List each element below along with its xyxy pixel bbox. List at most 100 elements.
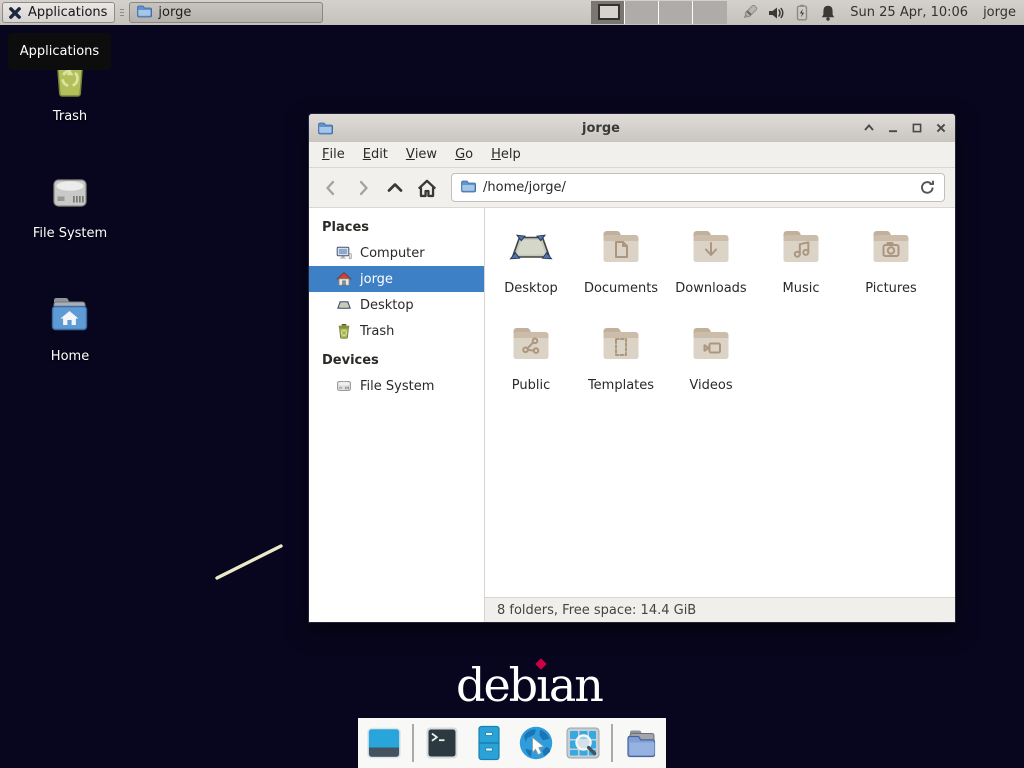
sidebar-item-label: Computer bbox=[360, 246, 425, 261]
dock-file-cabinet-icon[interactable] bbox=[470, 724, 508, 762]
workspace-1[interactable] bbox=[591, 1, 625, 24]
folder-icon bbox=[687, 222, 735, 274]
taskbar-window-label: jorge bbox=[158, 5, 191, 20]
folder-item-label: Templates bbox=[588, 378, 654, 393]
home-icon bbox=[336, 271, 352, 287]
folder-item-desktop[interactable]: Desktop bbox=[486, 222, 576, 319]
window-title: jorge bbox=[339, 121, 863, 136]
file-manager-window: jorge FileEditViewGoHelp /home/jorge/ Pl… bbox=[308, 113, 956, 623]
trash-icon bbox=[336, 323, 352, 339]
sidebar: Places Computer jorge Desktop Trash Devices Fi… bbox=[309, 208, 485, 622]
pen-icon[interactable] bbox=[740, 3, 759, 22]
workspace-3[interactable] bbox=[659, 1, 693, 24]
dock-separator bbox=[412, 724, 414, 762]
folder-item-downloads[interactable]: Downloads bbox=[666, 222, 756, 319]
sidebar-item-computer[interactable]: Computer bbox=[309, 240, 484, 266]
menu-go[interactable]: Go bbox=[446, 142, 482, 167]
home-button[interactable] bbox=[413, 174, 441, 202]
sidebar-item-jorge[interactable]: jorge bbox=[309, 266, 484, 292]
forward-button[interactable] bbox=[349, 174, 377, 202]
folder-grid: Desktop Documents Downloads Music Pictures Pu… bbox=[485, 208, 955, 597]
top-panel: Applications jorge Sun 25 Apr, 10:06 jor… bbox=[0, 0, 1024, 25]
minimize-button[interactable] bbox=[887, 122, 899, 134]
sidebar-item-file-system[interactable]: File System bbox=[309, 373, 484, 399]
applications-menu-button[interactable]: Applications bbox=[2, 2, 115, 23]
folder-item-label: Videos bbox=[689, 378, 732, 393]
dock-separator bbox=[611, 724, 613, 762]
desktop-icon bbox=[336, 297, 352, 313]
folder-item-label: Music bbox=[783, 281, 820, 296]
dock-app-finder-icon[interactable] bbox=[564, 724, 602, 762]
back-button[interactable] bbox=[317, 174, 345, 202]
volume-icon[interactable] bbox=[767, 4, 785, 22]
location-bar[interactable]: /home/jorge/ bbox=[451, 173, 945, 202]
dock-terminal-icon[interactable] bbox=[423, 724, 461, 762]
dock-folders-icon[interactable] bbox=[622, 724, 660, 762]
sidebar-item-label: Trash bbox=[360, 324, 394, 339]
panel-clock[interactable]: Sun 25 Apr, 10:06 bbox=[850, 5, 968, 20]
workspace-window-thumb bbox=[598, 4, 620, 20]
applications-menu-label: Applications bbox=[28, 5, 107, 20]
sidebar-item-trash[interactable]: Trash bbox=[309, 318, 484, 344]
sidebar-item-label: jorge bbox=[360, 272, 393, 287]
folder-icon bbox=[687, 319, 735, 371]
desktop: Applications jorge Sun 25 Apr, 10:06 jor… bbox=[0, 0, 1024, 768]
sidebar-item-label: File System bbox=[360, 379, 434, 394]
computer-icon bbox=[336, 245, 352, 261]
home-folder-icon bbox=[46, 291, 94, 343]
sidebar-header: Devices bbox=[309, 344, 484, 373]
menu-bar: FileEditViewGoHelp bbox=[309, 142, 955, 168]
sidebar-item-desktop[interactable]: Desktop bbox=[309, 292, 484, 318]
menu-edit[interactable]: Edit bbox=[354, 142, 397, 167]
folder-item-videos[interactable]: Videos bbox=[666, 319, 756, 416]
reload-icon[interactable] bbox=[919, 179, 936, 196]
folder-item-music[interactable]: Music bbox=[756, 222, 846, 319]
dock-web-browser-icon[interactable] bbox=[517, 724, 555, 762]
window-folder-icon bbox=[317, 120, 333, 136]
workspace-4[interactable] bbox=[693, 1, 727, 24]
desktop-icon-file-system[interactable]: File System bbox=[20, 168, 120, 241]
menu-view[interactable]: View bbox=[397, 142, 446, 167]
battery-icon[interactable] bbox=[793, 4, 811, 22]
hard-drive-icon bbox=[46, 168, 94, 220]
menu-help[interactable]: Help bbox=[482, 142, 530, 167]
panel-grip[interactable] bbox=[117, 4, 126, 22]
drive-icon bbox=[336, 378, 352, 394]
folder-item-public[interactable]: Public bbox=[486, 319, 576, 416]
folder-icon bbox=[867, 222, 915, 274]
folder-icon bbox=[777, 222, 825, 274]
up-button[interactable] bbox=[381, 174, 409, 202]
workspace-2[interactable] bbox=[625, 1, 659, 24]
desktop-icon bbox=[507, 222, 555, 274]
dock-show-desktop-icon[interactable] bbox=[365, 724, 403, 762]
debian-logo: debıan bbox=[456, 658, 602, 712]
toolbar: /home/jorge/ bbox=[309, 168, 955, 208]
folder-icon bbox=[507, 319, 555, 371]
folder-icon bbox=[136, 3, 152, 23]
maximize-button[interactable] bbox=[911, 122, 923, 134]
folder-item-label: Pictures bbox=[865, 281, 916, 296]
folder-item-templates[interactable]: Templates bbox=[576, 319, 666, 416]
folder-item-documents[interactable]: Documents bbox=[576, 222, 666, 319]
status-bar: 8 folders, Free space: 14.4 GiB bbox=[485, 597, 955, 622]
folder-item-label: Documents bbox=[584, 281, 658, 296]
path-folder-icon bbox=[460, 178, 476, 198]
path-text[interactable]: /home/jorge/ bbox=[483, 180, 566, 195]
taskbar-window-button[interactable]: jorge bbox=[129, 2, 323, 23]
dock-panel bbox=[358, 718, 666, 768]
folder-icon bbox=[597, 222, 645, 274]
workspace-switcher[interactable] bbox=[591, 1, 727, 24]
folder-item-label: Public bbox=[512, 378, 550, 393]
menu-file[interactable]: File bbox=[313, 142, 354, 167]
folder-item-label: Desktop bbox=[504, 281, 558, 296]
bell-icon[interactable] bbox=[819, 4, 837, 22]
window-titlebar[interactable]: jorge bbox=[309, 114, 955, 142]
folder-item-pictures[interactable]: Pictures bbox=[846, 222, 936, 319]
sidebar-header: Places bbox=[309, 216, 484, 240]
applications-tooltip: Applications bbox=[8, 33, 111, 70]
folder-icon bbox=[597, 319, 645, 371]
panel-user-label[interactable]: jorge bbox=[983, 5, 1016, 20]
shade-button[interactable] bbox=[863, 122, 875, 134]
desktop-icon-home[interactable]: Home bbox=[20, 291, 120, 364]
close-button[interactable] bbox=[935, 122, 947, 134]
